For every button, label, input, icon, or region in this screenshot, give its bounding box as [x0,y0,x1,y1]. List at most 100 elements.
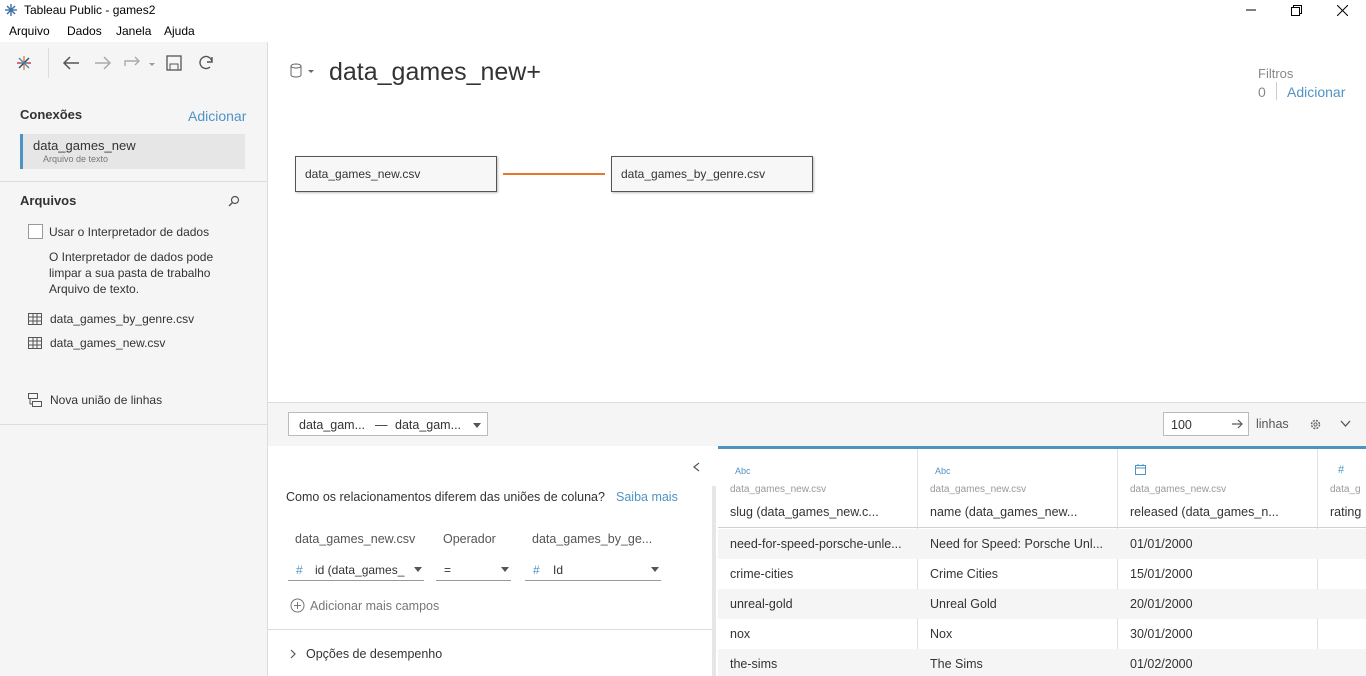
table-cell[interactable]: the-sims [718,649,918,676]
menu-ajuda[interactable]: Ajuda [164,24,195,38]
left-field-value: id (data_games_ [315,563,405,577]
table-cell[interactable] [1318,589,1366,619]
section-divider [268,629,712,630]
rows-input[interactable]: 100 [1163,412,1249,436]
column-header[interactable]: Abc data_games_new.csv slug (data_games_… [718,449,918,528]
file-name: data_games_by_genre.csv [50,312,195,326]
restore-button[interactable] [1273,0,1319,20]
column-source: data_games_new.csv [1130,484,1227,495]
interpreter-desc-line: Arquivo de texto. [49,282,140,296]
relationships-question: Como os relacionamentos diferem das uniõ… [286,490,605,504]
lower-toolbar: data_gam... — data_gam... 100 linhas [268,402,1366,446]
menu-janela[interactable]: Janela [116,24,151,38]
menu-dados[interactable]: Dados [67,24,102,38]
gear-icon[interactable] [1309,418,1322,431]
redo-dropdown-icon[interactable] [122,52,156,74]
table-cell[interactable]: Unreal Gold [918,589,1118,619]
column-name: name (data_games_new... [930,505,1078,519]
table-cell[interactable] [1318,559,1366,589]
tableau-home-icon[interactable] [13,52,35,74]
table-cell[interactable] [1318,529,1366,559]
close-button[interactable] [1319,0,1365,20]
chevron-left-icon[interactable] [693,462,700,472]
table-card-label: data_games_new.csv [305,167,421,181]
interpreter-description: O Interpretador de dados pode limpar a s… [49,249,213,297]
plus-circle-icon [290,598,305,613]
column-header[interactable]: # data_g rating [1318,449,1366,528]
pane-scrollbar[interactable] [712,486,716,676]
file-name: data_games_new.csv [50,336,166,350]
relationship-noodle[interactable] [503,173,605,175]
add-filter-link[interactable]: Adicionar [1287,84,1345,100]
save-icon[interactable] [163,52,185,74]
collapse-chevron-icon[interactable] [1340,420,1351,428]
new-union-item[interactable]: Nova união de linhas [28,392,162,408]
interpreter-desc-line: O Interpretador de dados pode [49,250,214,264]
table-cell[interactable]: need-for-speed-porsche-unle... [718,529,918,559]
connection-item[interactable]: data_games_new Arquivo de texto [20,134,245,169]
table-cell[interactable]: crime-cities [718,559,918,589]
interpreter-checkbox[interactable] [28,224,43,239]
menu-bar: Arquivo Dados Janela Ajuda [0,21,1366,41]
refresh-icon[interactable] [195,52,217,74]
table-cell[interactable]: 15/01/2000 [1118,559,1318,589]
menu-arquivo[interactable]: Arquivo [9,24,50,38]
performance-options-toggle[interactable]: Opções de desempenho [289,647,442,661]
table-cell[interactable]: nox [718,619,918,649]
table-cell[interactable]: Crime Cities [918,559,1118,589]
filters-label: Filtros [1258,66,1294,81]
operator-header: Operador [443,532,496,546]
column-header[interactable]: Abc data_games_new.csv name (data_games_… [918,449,1118,528]
section-divider [0,424,267,425]
right-field-value: Id [553,563,564,577]
file-item-genre[interactable]: data_games_by_genre.csv [28,311,194,327]
table-card-games-new[interactable]: data_games_new.csv [295,156,497,192]
connection-type: Arquivo de texto [43,154,109,164]
arrow-right-icon[interactable] [1232,419,1244,429]
files-heading: Arquivos [20,193,77,208]
grid-column: data_games_new.csv released (data_games_… [1118,449,1318,676]
chevron-down-icon [501,567,509,572]
toolbar-divider [48,48,49,78]
table-grid-icon [28,313,42,325]
back-arrow-icon[interactable] [60,52,82,74]
file-item-games-new[interactable]: data_games_new.csv [28,335,165,351]
table-cell[interactable] [1318,649,1366,676]
filters-divider [1276,82,1277,100]
table-cell[interactable]: 30/01/2000 [1118,619,1318,649]
right-field-dropdown[interactable]: # Id [525,559,661,581]
forward-arrow-icon[interactable] [92,52,114,74]
column-name: slug (data_games_new.c... [730,505,879,519]
left-field-dropdown[interactable]: # id (data_games_ [288,559,424,581]
column-source: data_games_new.csv [730,484,827,495]
column-header[interactable]: data_games_new.csv released (data_games_… [1118,449,1318,528]
table-card-games-by-genre[interactable]: data_games_by_genre.csv [611,156,813,192]
grid-column: # data_g rating [1318,449,1366,676]
table-cell[interactable]: The Sims [918,649,1118,676]
table-cell[interactable]: 01/02/2000 [1118,649,1318,676]
datasource-title[interactable]: data_games_new+ [329,58,541,87]
operator-dropdown[interactable]: = [436,559,511,581]
minimize-button[interactable] [1228,0,1274,20]
title-bar: Tableau Public - games2 [0,0,1366,20]
table-cell[interactable]: unreal-gold [718,589,918,619]
relation-selector[interactable]: data_gam... — data_gam... [288,412,488,436]
table-cell[interactable]: Nox [918,619,1118,649]
table-cell[interactable]: 01/01/2000 [1118,529,1318,559]
table-cell[interactable]: 20/01/2000 [1118,589,1318,619]
column-name: released (data_games_n... [1130,505,1279,519]
data-grid[interactable]: Abc data_games_new.csv slug (data_games_… [718,446,1366,676]
connections-heading: Conexões [20,107,83,122]
search-icon[interactable] [228,195,240,207]
add-fields-button[interactable]: Adicionar mais campos [290,598,439,613]
table-cell[interactable]: Need for Speed: Porsche Unl... [918,529,1118,559]
rows-label: linhas [1256,417,1289,431]
data-pane: Conexões Adicionar data_games_new Arquiv… [0,42,268,676]
database-icon[interactable] [290,63,316,79]
grid-column: Abc data_games_new.csv slug (data_games_… [718,449,918,676]
add-connection-link[interactable]: Adicionar [188,108,246,124]
table-cell[interactable] [1318,619,1366,649]
number-type-icon: # [296,563,303,577]
relationship-canvas[interactable]: data_games_new+ Filtros 0 Adicionar data… [268,42,1366,402]
learn-more-link[interactable]: Saiba mais [616,490,678,504]
